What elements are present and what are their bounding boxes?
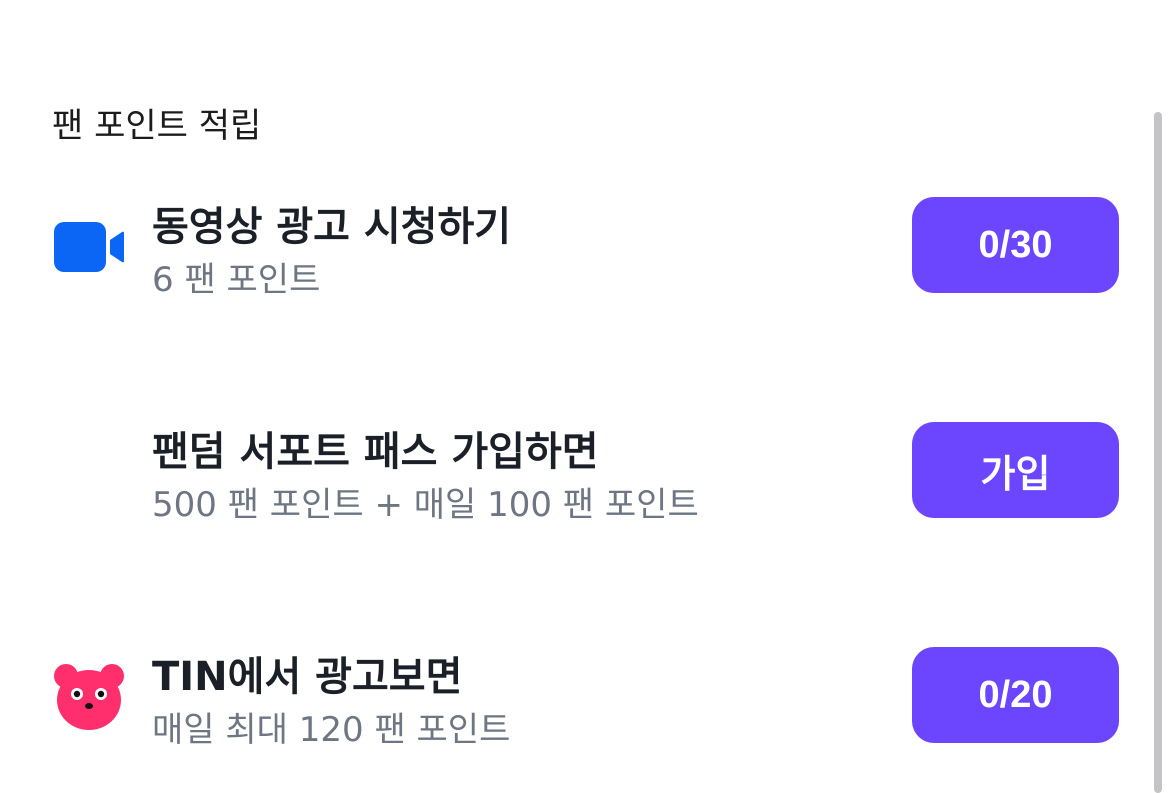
row-subtitle: 500 팬 포인트 + 매일 100 팬 포인트 [152, 485, 699, 525]
row-title: 동영상 광고 시청하기 [152, 204, 512, 250]
row-subtitle: 6 팬 포인트 [152, 260, 321, 300]
row-title: 팬덤 서포트 패스 가입하면 [152, 429, 599, 475]
fan-points-panel: 팬 포인트 적립 동영상 광고 시청하기 6 팬 포인트 0/30 팬덤 서포트… [0, 0, 1170, 793]
video-camera-icon [52, 210, 126, 284]
pink-bear-icon [52, 660, 126, 734]
section-title: 팬 포인트 적립 [52, 106, 262, 146]
scrollbar[interactable] [1154, 112, 1162, 793]
join-button[interactable]: 가입 [912, 422, 1119, 518]
row-subtitle: 매일 최대 120 팬 포인트 [152, 710, 511, 750]
watch-ad-progress-button[interactable]: 0/30 [912, 197, 1119, 293]
list-item-video-ad: 동영상 광고 시청하기 6 팬 포인트 0/30 [0, 190, 1150, 300]
tin-ad-progress-button[interactable]: 0/20 [912, 647, 1119, 743]
list-item-support-pass: 팬덤 서포트 패스 가입하면 500 팬 포인트 + 매일 100 팬 포인트 … [0, 415, 1150, 525]
list-item-tin-ad: TIN에서 광고보면 매일 최대 120 팬 포인트 0/20 [0, 640, 1150, 750]
row-title: TIN에서 광고보면 [152, 654, 463, 700]
